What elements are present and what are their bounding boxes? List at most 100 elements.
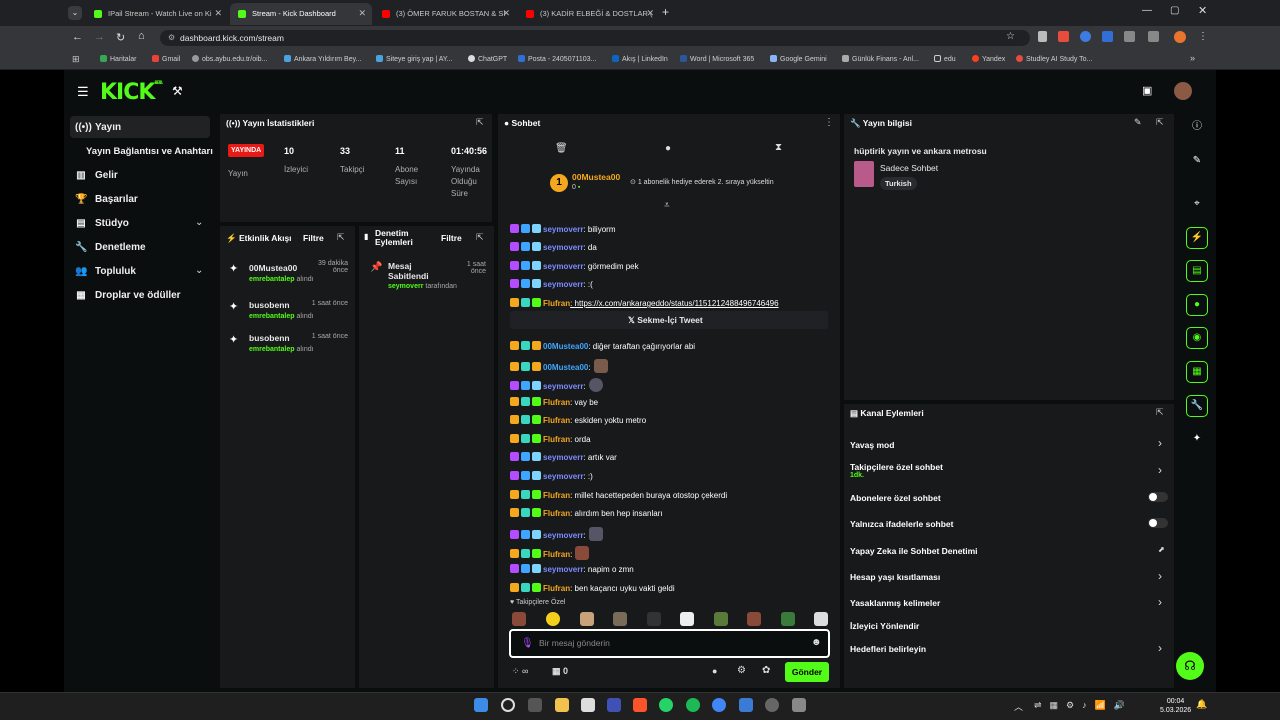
pinned-username[interactable]: 00Mustea00	[572, 172, 620, 182]
popout-icon[interactable]: ⇱	[476, 232, 484, 243]
chat-username[interactable]: seymoverr	[543, 243, 583, 252]
chat-username[interactable]: seymoverr	[543, 225, 583, 234]
hammer-icon[interactable]: ⚒	[172, 84, 183, 98]
chat-username[interactable]: Flufran	[543, 435, 570, 444]
profile-avatar[interactable]	[1174, 31, 1186, 43]
focus-icon[interactable]: ⌖	[1186, 193, 1208, 215]
sidebar-item-gelir[interactable]: ▥ Gelir	[76, 170, 118, 181]
action-slow-mode[interactable]: Yavaş mod	[850, 440, 894, 450]
activity-filter-button[interactable]: Filtre	[303, 233, 324, 243]
gear-icon[interactable]: ⚙	[737, 665, 746, 676]
hourglass-icon[interactable]: ⧗	[775, 142, 782, 153]
chat-username[interactable]: Flufran	[543, 398, 570, 407]
bookmark-item[interactable]: ChatGPT	[468, 55, 507, 63]
more-bookmarks-icon[interactable]: »	[1190, 53, 1195, 63]
new-tab-icon[interactable]: +	[662, 5, 669, 19]
shield-icon[interactable]	[1038, 31, 1047, 42]
bookmark-item[interactable]: obs.aybu.edu.tr/oib...	[192, 55, 267, 63]
bookmark-item[interactable]: Word | Microsoft 365	[680, 55, 754, 63]
clock[interactable]: 00:04 5.03.2026	[1160, 697, 1191, 715]
emote[interactable]	[714, 612, 728, 626]
sidebar-item-topluluk[interactable]: 👥 Topluluk	[75, 266, 136, 277]
bookmark-item[interactable]: Studley AI Study To...	[1016, 55, 1092, 63]
emote[interactable]	[580, 612, 594, 626]
pencil-icon[interactable]: ✎	[1186, 150, 1208, 172]
emote[interactable]	[512, 612, 526, 626]
hamburger-menu-icon[interactable]: ☰	[77, 84, 89, 100]
chat-username[interactable]: Flufran	[543, 509, 570, 518]
activity-username[interactable]: busobenn	[249, 300, 290, 310]
document-icon[interactable]: ▤	[1186, 260, 1208, 282]
apps-icon[interactable]: ⊞	[72, 54, 80, 65]
user-avatar[interactable]	[1174, 82, 1192, 100]
close-icon[interactable]: ✕	[502, 8, 510, 19]
collapse-pinned-icon[interactable]: ⩡	[664, 200, 670, 211]
chat-message-text[interactable]: : https://x.com/ankarageddo/status/11512…	[570, 299, 778, 308]
popout-icon[interactable]: ⇱	[1156, 407, 1164, 418]
edit-icon[interactable]: ✎	[1134, 117, 1142, 128]
window-close-icon[interactable]: ✕	[1198, 4, 1207, 17]
emote-only-toggle[interactable]	[1148, 518, 1168, 528]
forward-icon[interactable]: →	[94, 31, 105, 43]
chat-username[interactable]: seymoverr	[543, 280, 583, 289]
bookmark-item[interactable]: Günlük Finans - Anl...	[842, 55, 919, 63]
browser-menu-icon[interactable]: ⋮	[1198, 31, 1208, 42]
tab-2[interactable]: Stream - Kick Dashboard ✕	[230, 3, 372, 25]
puzzle-icon[interactable]	[1124, 31, 1135, 42]
emote[interactable]	[747, 612, 761, 626]
broadcast-icon[interactable]: ◉	[1186, 327, 1208, 349]
chevron-right-icon[interactable]: ›	[1158, 569, 1162, 583]
extension-icon[interactable]	[1102, 31, 1113, 42]
bookmark-item[interactable]: Gmail	[152, 55, 180, 63]
chat-username[interactable]: Flufran	[543, 584, 570, 593]
brave-icon[interactable]	[633, 698, 647, 712]
chat-username[interactable]: Flufran	[543, 491, 570, 500]
wrench-icon[interactable]: 🔧	[1186, 395, 1208, 417]
chat-icon[interactable]: ●	[1186, 294, 1208, 316]
chat-bubble-icon[interactable]: ●	[665, 143, 671, 154]
activity-username[interactable]: busobenn	[249, 333, 290, 343]
emote[interactable]	[593, 359, 608, 373]
tab-4[interactable]: (3) KADİR ELBEĞİ & DOSTLAR (✕	[518, 3, 660, 25]
tab-1[interactable]: IPail Stream - Watch Live on Ki ✕	[86, 3, 228, 25]
search-icon[interactable]	[501, 698, 515, 712]
action-subscribers-only[interactable]: Abonelere özel sohbet	[850, 493, 941, 503]
sidebar-item-basarilar[interactable]: 🏆 Başarılar	[75, 194, 138, 205]
support-chat-button[interactable]: ☊	[1176, 652, 1204, 680]
sidebar-item-droplar[interactable]: ▦ Droplar ve ödüller	[76, 290, 180, 301]
emote[interactable]	[781, 612, 795, 626]
sidebar-item-denetleme[interactable]: 🔧 Denetleme	[75, 242, 146, 253]
reading-list-icon[interactable]	[1148, 31, 1159, 42]
creator-tools-icon[interactable]: ▣	[1142, 84, 1152, 97]
back-icon[interactable]: ←	[72, 31, 83, 43]
chat-gift-indicator[interactable]: ▦ 0	[552, 666, 568, 677]
extension-icon[interactable]	[1080, 31, 1091, 42]
chat-username[interactable]: Flufran	[543, 550, 570, 559]
emote[interactable]	[613, 612, 627, 626]
send-button[interactable]: Gönder	[785, 662, 829, 682]
bookmark-item[interactable]: Akış | LinkedIn	[612, 55, 668, 63]
app-icon[interactable]	[739, 698, 753, 712]
bookmark-item[interactable]: Haritalar	[100, 55, 136, 63]
subscribers-only-toggle[interactable]	[1148, 492, 1168, 502]
emote[interactable]	[546, 612, 560, 626]
close-icon[interactable]: ✕	[214, 8, 222, 19]
sidebar-item-studyo[interactable]: ▤ Stüdyo	[76, 218, 129, 229]
action-ai-moderation[interactable]: Yapay Zeka ile Sohbet Denetimi	[850, 546, 978, 556]
chevron-down-icon[interactable]: ⌄	[195, 265, 203, 276]
activity-icon[interactable]: ✦	[1186, 428, 1208, 450]
app-icon[interactable]	[792, 698, 806, 712]
chat-username[interactable]: seymoverr	[543, 531, 583, 540]
bookmark-item[interactable]: edu	[934, 55, 956, 63]
system-tray-icons[interactable]: ⇌▦⚙♪📶🔊	[1034, 700, 1154, 711]
address-bar[interactable]: ⚙ dashboard.kick.com/stream ☆	[160, 30, 1030, 46]
bookmark-item[interactable]: Yandex	[972, 55, 1005, 63]
sidebar-item-stream-key[interactable]: Yayın Bağlantısı ve Anahtarı	[86, 146, 213, 157]
chat-username[interactable]: seymoverr	[543, 382, 583, 391]
mail-icon[interactable]	[607, 698, 621, 712]
kick-logo[interactable]: KICKBETA	[100, 80, 163, 105]
info-icon[interactable]: ⓘ	[1186, 116, 1208, 138]
chat-username[interactable]: seymoverr	[543, 453, 583, 462]
action-account-age[interactable]: Hesap yaşı kısıtlaması	[850, 572, 940, 582]
chevron-right-icon[interactable]: ›	[1158, 463, 1162, 477]
